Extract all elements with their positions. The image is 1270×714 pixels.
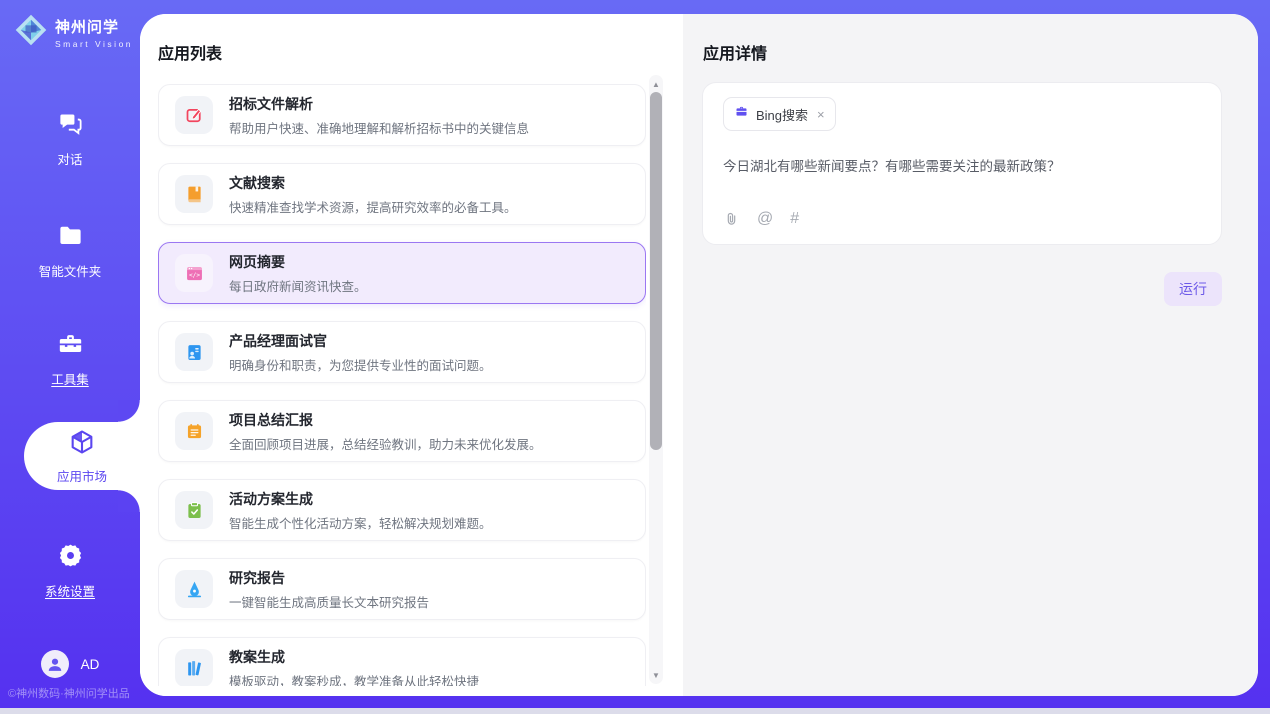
app-name: 教案生成 bbox=[229, 647, 479, 667]
attachment-icon[interactable] bbox=[723, 211, 740, 228]
app-list: 招标文件解析帮助用户快速、准确地理解和解析招标书中的关键信息文献搜索快速精准查找… bbox=[158, 84, 646, 686]
hash-icon[interactable]: # bbox=[790, 210, 799, 228]
avatar bbox=[41, 650, 69, 678]
sidebar-item-label: 系统设置 bbox=[45, 581, 95, 600]
prompt-toolbar: @ # bbox=[723, 210, 1201, 230]
run-row: 运行 bbox=[702, 272, 1222, 306]
toolbox-icon bbox=[57, 330, 84, 362]
scroll-down-icon[interactable]: ▼ bbox=[649, 668, 663, 682]
app-list-item[interactable]: </> 网页摘要每日政府新闻资讯快查。 bbox=[158, 242, 646, 304]
user-name: AD bbox=[81, 657, 100, 672]
app-description: 明确身份和职责，为您提供专业性的面试问题。 bbox=[229, 355, 492, 374]
webpage-icon: </> bbox=[175, 254, 213, 292]
app-description: 一键智能生成高质量长文本研究报告 bbox=[229, 592, 429, 611]
brand-subtitle: Smart Vision bbox=[55, 39, 133, 49]
app-detail-title: 应用详情 bbox=[703, 40, 767, 64]
briefcase-icon bbox=[734, 104, 749, 124]
sidebar-item-chat[interactable]: 对话 bbox=[0, 110, 140, 168]
app-description: 智能生成个性化活动方案，轻松解决规划难题。 bbox=[229, 513, 492, 532]
clipboard-icon bbox=[175, 491, 213, 529]
sidebar-item-label: 智能文件夹 bbox=[39, 261, 102, 280]
run-button[interactable]: 运行 bbox=[1164, 272, 1222, 306]
app-list-item[interactable]: 活动方案生成智能生成个性化活动方案，轻松解决规划难题。 bbox=[158, 479, 646, 541]
app-list-item[interactable]: 项目总结汇报全面回顾项目进展，总结经验教训，助力未来优化发展。 bbox=[158, 400, 646, 462]
sidebar-item-tools[interactable]: 工具集 bbox=[0, 330, 140, 388]
book-icon bbox=[175, 175, 213, 213]
sidebar-item-label: 工具集 bbox=[51, 369, 89, 388]
scrollbar[interactable]: ▲ ▼ bbox=[649, 75, 663, 684]
app-list-item[interactable]: 文献搜索快速精准查找学术资源，提高研究效率的必备工具。 bbox=[158, 163, 646, 225]
svg-text:</>: </> bbox=[188, 272, 199, 279]
scrollbar-thumb[interactable] bbox=[650, 92, 662, 450]
sidebar-item-folders[interactable]: 智能文件夹 bbox=[0, 222, 140, 280]
tool-tag-bing[interactable]: Bing搜索 × bbox=[723, 97, 836, 131]
brand-name: 神州问学 bbox=[55, 16, 133, 37]
app-name: 项目总结汇报 bbox=[229, 410, 542, 430]
bid-doc-icon bbox=[175, 96, 213, 134]
app-description: 每日政府新闻资讯快查。 bbox=[229, 276, 367, 295]
app-name: 文献搜索 bbox=[229, 173, 517, 193]
copyright-text: ©神州数码·神州问学出品 bbox=[8, 685, 130, 701]
resume-icon bbox=[175, 333, 213, 371]
tool-tag-label: Bing搜索 bbox=[756, 105, 808, 124]
app-description: 模板驱动，教案秒成，教学准备从此轻松快捷 bbox=[229, 671, 479, 687]
bottom-strip bbox=[0, 708, 1270, 714]
diamond-logo-icon bbox=[14, 13, 48, 52]
app-list-item[interactable]: 教案生成模板驱动，教案秒成，教学准备从此轻松快捷 bbox=[158, 637, 646, 686]
sidebar-item-label: 对话 bbox=[57, 149, 82, 168]
app-description: 帮助用户快速、准确地理解和解析招标书中的关键信息 bbox=[229, 118, 529, 137]
app-list-section: 应用列表 招标文件解析帮助用户快速、准确地理解和解析招标书中的关键信息文献搜索快… bbox=[140, 14, 683, 696]
sidebar-item-label: 应用市场 bbox=[57, 466, 107, 485]
sidebar-item-market[interactable]: 应用市场 bbox=[24, 422, 140, 490]
gear-icon bbox=[57, 542, 84, 574]
user-chip[interactable]: AD bbox=[0, 650, 140, 678]
app-list-item[interactable]: 招标文件解析帮助用户快速、准确地理解和解析招标书中的关键信息 bbox=[158, 84, 646, 146]
app-name: 研究报告 bbox=[229, 568, 429, 588]
sidebar-item-settings[interactable]: 系统设置 bbox=[0, 542, 140, 600]
app-background: 神州问学 Smart Vision 对话智能文件夹工具集应用市场系统设置 AD … bbox=[0, 0, 1270, 708]
app-detail-section: 应用详情 Bing搜索 × 今日湖北有哪些新闻要点？有哪些需要关注的最新政策？ bbox=[683, 14, 1258, 696]
prompt-text[interactable]: 今日湖北有哪些新闻要点？有哪些需要关注的最新政策？ bbox=[723, 157, 1201, 210]
app-description: 快速精准查找学术资源，提高研究效率的必备工具。 bbox=[229, 197, 517, 216]
app-name: 活动方案生成 bbox=[229, 489, 492, 509]
books-icon bbox=[175, 649, 213, 686]
scroll-up-icon[interactable]: ▲ bbox=[649, 77, 663, 91]
main-panel: 应用列表 招标文件解析帮助用户快速、准确地理解和解析招标书中的关键信息文献搜索快… bbox=[140, 14, 1258, 696]
app-name: 产品经理面试官 bbox=[229, 331, 492, 351]
app-list-title: 应用列表 bbox=[158, 40, 222, 64]
app-name: 招标文件解析 bbox=[229, 94, 529, 114]
cube-icon bbox=[68, 428, 96, 461]
mention-icon[interactable]: @ bbox=[757, 210, 773, 228]
app-name: 网页摘要 bbox=[229, 252, 367, 272]
prompt-editor[interactable]: Bing搜索 × 今日湖北有哪些新闻要点？有哪些需要关注的最新政策？ @ # bbox=[702, 82, 1222, 245]
app-description: 全面回顾项目进展，总结经验教训，助力未来优化发展。 bbox=[229, 434, 542, 453]
report-icon bbox=[175, 412, 213, 450]
app-list-item[interactable]: 研究报告一键智能生成高质量长文本研究报告 bbox=[158, 558, 646, 620]
folder-icon bbox=[57, 222, 84, 254]
sidebar: 神州问学 Smart Vision 对话智能文件夹工具集应用市场系统设置 AD … bbox=[0, 0, 140, 708]
app-list-item[interactable]: 产品经理面试官明确身份和职责，为您提供专业性的面试问题。 bbox=[158, 321, 646, 383]
brand: 神州问学 Smart Vision bbox=[14, 13, 133, 52]
close-icon[interactable]: × bbox=[817, 108, 825, 121]
research-icon bbox=[175, 570, 213, 608]
chat-icon bbox=[57, 110, 84, 142]
